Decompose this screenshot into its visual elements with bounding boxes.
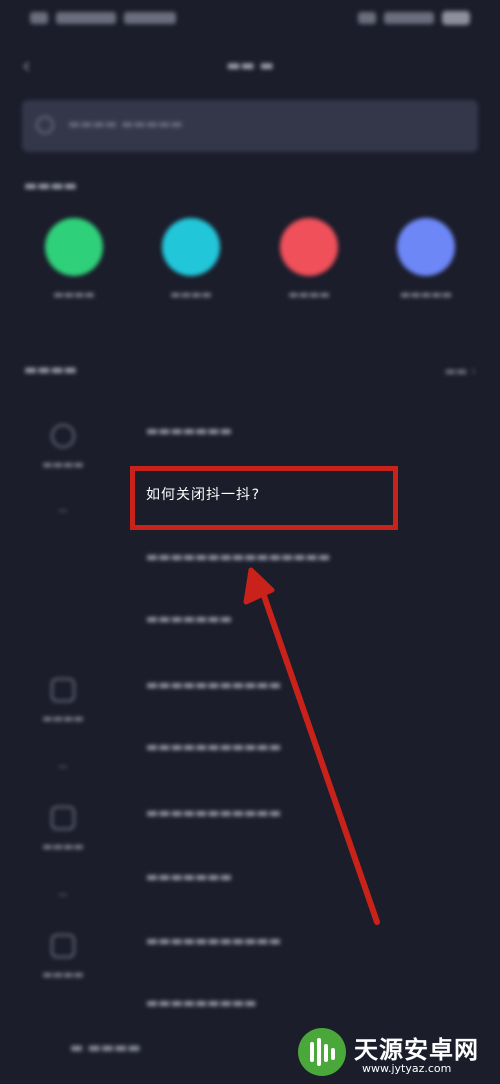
question-item[interactable]: ▬▬▬▬▬▬▬: [146, 424, 232, 446]
category-3-icon: [51, 806, 75, 830]
quick-action-1-label: ▬▬▬▬: [53, 288, 95, 301]
back-arrow-icon[interactable]: ‹: [22, 55, 42, 79]
category-1[interactable]: ▬▬▬▬: [20, 424, 106, 471]
status-left: [30, 10, 180, 26]
category-1-icon: [51, 424, 75, 448]
category-4[interactable]: ▬▬▬▬: [20, 934, 106, 981]
annotation-arrow: [243, 567, 380, 925]
quick-action-3-label: ▬▬▬▬: [288, 288, 330, 301]
question-item[interactable]: ▬▬▬▬▬▬▬▬▬▬▬: [146, 740, 281, 762]
android-bars-icon: [310, 1038, 335, 1066]
quick-action-3[interactable]: ▬▬▬▬: [264, 218, 354, 308]
question-item[interactable]: ▬▬▬▬▬▬▬: [146, 870, 232, 892]
signal-icon: [30, 12, 48, 24]
category-divider: [59, 510, 67, 512]
category-3-label: ▬▬▬▬: [42, 840, 84, 853]
bottom-bar-label[interactable]: ▬ ▬▬▬▬: [70, 1040, 141, 1056]
title-bar: ‹ ▬▬ ▬: [0, 45, 500, 89]
quick-services-heading: ▬▬▬▬: [24, 178, 77, 194]
wifi-icon: [358, 12, 376, 24]
category-4-label: ▬▬▬▬: [42, 968, 84, 981]
question-item[interactable]: ▬▬▬▬▬▬▬▬▬▬▬: [146, 806, 281, 828]
cyan-circle-icon: [162, 218, 220, 276]
watermark-url: www.jytyaz.com: [362, 1062, 452, 1075]
category-3[interactable]: ▬▬▬▬: [20, 806, 106, 853]
red-circle-icon: [280, 218, 338, 276]
category-divider: [59, 766, 67, 768]
status-right: [340, 10, 470, 26]
page-title: ▬▬ ▬: [226, 56, 274, 74]
quick-action-4[interactable]: ▬▬▬▬▬: [381, 218, 471, 308]
search-placeholder: ▬▬▬▬ ▬▬▬▬▬: [68, 117, 183, 132]
category-2-label: ▬▬▬▬: [42, 712, 84, 725]
watermark-logo-icon: [298, 1028, 346, 1076]
quick-action-2-label: ▬▬▬▬: [170, 288, 212, 301]
network-speed: [124, 12, 176, 24]
faq-heading: ▬▬▬▬: [24, 362, 77, 378]
question-item[interactable]: ▬▬▬▬▬▬▬▬▬: [146, 996, 257, 1018]
annotation-highlight-box: [130, 466, 398, 530]
blue-circle-icon: [397, 218, 455, 276]
green-circle-icon: [45, 218, 103, 276]
category-1-label: ▬▬▬▬: [42, 458, 84, 471]
quick-action-1[interactable]: ▬▬▬▬: [29, 218, 119, 308]
carrier-text: [56, 12, 116, 24]
watermark: 天源安卓网 www.jytyaz.com: [298, 1028, 494, 1080]
category-divider: [59, 894, 67, 896]
watermark-title: 天源安卓网: [354, 1036, 479, 1064]
annotation-arrow-head: [243, 567, 275, 605]
question-item[interactable]: ▬▬▬▬▬▬▬▬▬▬▬: [146, 678, 281, 700]
category-2[interactable]: ▬▬▬▬: [20, 678, 106, 725]
time-text: [384, 12, 434, 24]
search-input[interactable]: ▬▬▬▬ ▬▬▬▬▬: [22, 100, 478, 152]
category-2-icon: [51, 678, 75, 702]
category-4-icon: [51, 934, 75, 958]
search-icon: [36, 116, 54, 134]
quick-action-4-label: ▬▬▬▬▬: [400, 288, 452, 301]
status-bar: [0, 0, 500, 38]
question-item[interactable]: ▬▬▬▬▬▬▬: [146, 612, 232, 634]
question-item[interactable]: ▬▬▬▬▬▬▬▬▬▬▬▬▬▬▬: [146, 550, 330, 572]
quick-action-2[interactable]: ▬▬▬▬: [146, 218, 236, 308]
faq-more-link[interactable]: ▬▬ ›: [445, 364, 476, 382]
question-item[interactable]: ▬▬▬▬▬▬▬▬▬▬▬: [146, 934, 281, 956]
battery-icon: [442, 11, 470, 25]
